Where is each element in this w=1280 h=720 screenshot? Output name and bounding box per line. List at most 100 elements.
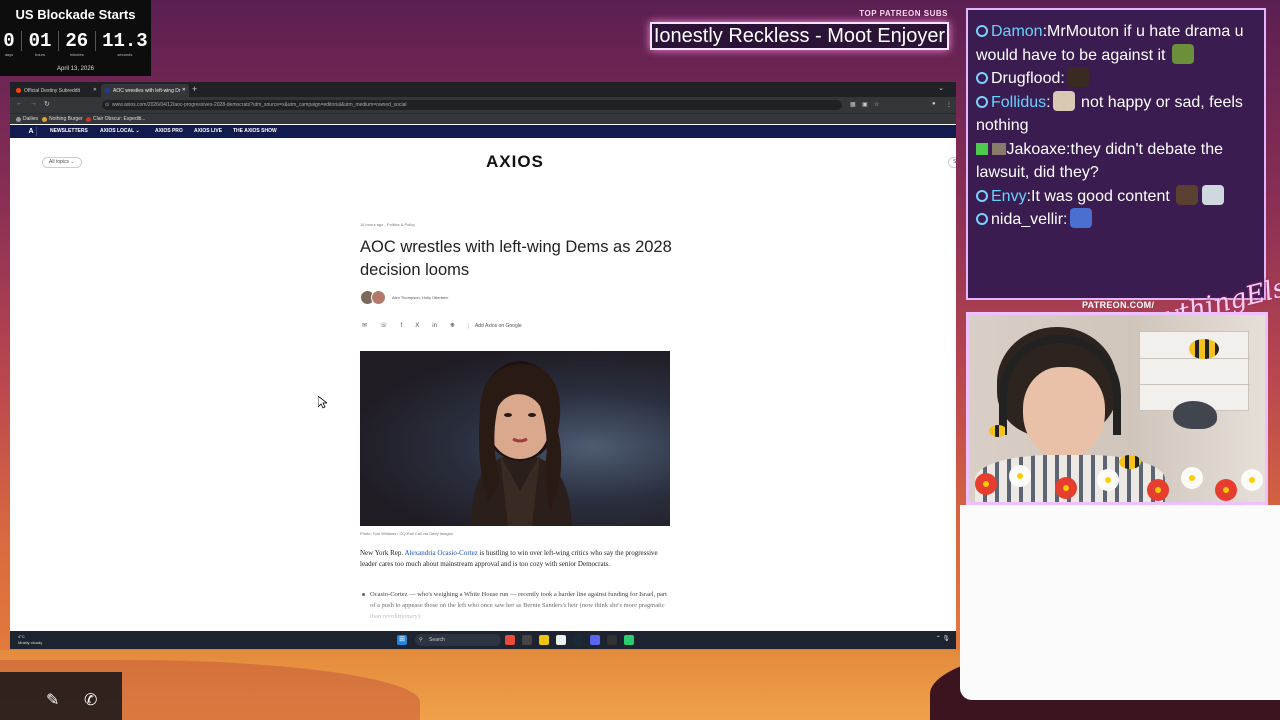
linkedin-icon[interactable]: in — [432, 323, 437, 329]
phone-icon[interactable]: ☏ — [380, 322, 388, 329]
chrome-icon[interactable] — [624, 635, 634, 645]
tab-bar: Official Destiny Subreddit ✕ AOC wrestle… — [10, 82, 956, 97]
system-tray[interactable]: ⌃ 🎙 — [936, 635, 950, 642]
nav-axios-live[interactable]: AXIOS LIVE — [194, 128, 222, 134]
flower-icon — [1097, 469, 1119, 491]
flower-icon — [1181, 467, 1203, 489]
extension-icon[interactable]: ▣ — [862, 101, 868, 108]
article-photo — [360, 351, 670, 526]
bookmark-label: Clair Obscur: Expediti... — [93, 116, 146, 122]
weather-widget[interactable]: 4°C Mostly cloudy — [18, 634, 42, 646]
windows-start-icon[interactable]: ⊞ — [397, 635, 407, 645]
flower-icon — [1009, 465, 1031, 487]
app-icon[interactable] — [556, 635, 566, 645]
new-tab-button[interactable]: + — [192, 84, 197, 94]
countdown-minutes: 26 minutes — [65, 30, 88, 58]
author-names[interactable]: Alex Thompson, Holly Otterbein — [392, 295, 448, 300]
axios-icon — [105, 88, 110, 93]
email-icon[interactable]: ✉ — [362, 322, 367, 329]
windows-taskbar: 4°C Mostly cloudy ⊞ ⚲ Search ⌃ 🎙 — [10, 631, 956, 649]
burger-icon — [42, 116, 47, 122]
bookmark-label: Nothing Burger — [49, 116, 83, 122]
axios-home-link[interactable]: A — [26, 127, 37, 136]
x-icon[interactable]: X — [415, 323, 419, 329]
obs-icon[interactable] — [607, 635, 617, 645]
bookmark-clair-obscur[interactable]: Clair Obscur: Expediti... — [86, 116, 146, 122]
nav-newsletters[interactable]: NEWSLETTERS — [50, 128, 88, 134]
chat-username[interactable]: Jakoaxe — [1006, 141, 1066, 158]
url-field[interactable]: ⊙ www.axios.com/2026/04/12/aoc-progressi… — [102, 100, 842, 110]
forward-icon[interactable]: → — [30, 100, 37, 107]
discord-icon[interactable] — [590, 635, 600, 645]
photo-illustration — [471, 361, 572, 526]
app-icon[interactable] — [505, 635, 515, 645]
chat-username[interactable]: Envy — [991, 188, 1027, 205]
countdown-minutes-label: minutes — [69, 52, 84, 57]
bookmark-nothing-burger[interactable]: Nothing Burger — [42, 116, 83, 122]
chat-message: Damon:MrMouton if u hate drama u would h… — [976, 23, 1244, 64]
taskbar-search[interactable]: ⚲ Search — [415, 634, 501, 646]
menu-icon[interactable]: ⋮ — [946, 101, 952, 108]
close-icon[interactable]: ✕ — [182, 87, 186, 93]
nav-axios-pro[interactable]: AXIOS PRO — [155, 128, 183, 134]
chat-username[interactable]: Damon — [991, 23, 1043, 40]
article-page: All topics ⌄ AXIOS Sea 16 hours ago - Po… — [10, 138, 956, 631]
webcam-feed — [966, 312, 1268, 505]
folder-icon[interactable] — [539, 635, 549, 645]
top-patreon-name: Ionestly Reckless - Moot Enjoyer — [650, 22, 949, 50]
chat-message: nida_vellir: — [976, 208, 1262, 232]
bullet-dot — [362, 593, 365, 596]
countdown-seconds: 11.3 seconds — [102, 30, 148, 58]
back-icon[interactable]: ← — [16, 100, 23, 107]
face-emote-icon — [1052, 90, 1075, 111]
all-topics-button[interactable]: All topics ⌄ — [42, 157, 82, 168]
profile-icon[interactable]: ● — [932, 101, 936, 107]
patreon-badge-icon — [976, 213, 988, 225]
countdown-minutes-value: 26 — [65, 30, 89, 52]
bookmark-dailies[interactable]: Dailies — [16, 116, 38, 122]
flower-icon — [1147, 479, 1169, 501]
close-icon[interactable]: ✕ — [93, 87, 97, 93]
countdown-days-label: days — [4, 52, 14, 57]
chat-username[interactable]: nida_vellir — [991, 211, 1063, 228]
white-overlay-panel — [960, 505, 1280, 700]
chat-username[interactable]: Follidus — [991, 94, 1046, 111]
folder-icon — [16, 116, 21, 122]
flower-icon — [1215, 479, 1237, 501]
bookmark-star-icon[interactable]: ☆ — [874, 101, 879, 108]
article-headline: AOC wrestles with left-wing Dems as 2028… — [360, 238, 672, 279]
overlay-controls: ✎ ✆ — [0, 672, 122, 720]
steam-icon[interactable] — [573, 635, 583, 645]
add-axios-google-button[interactable]: Add Axios on Google — [467, 322, 522, 329]
emote-icon — [1069, 208, 1092, 228]
chat-username[interactable]: Drugflood — [991, 70, 1060, 87]
emote-icon — [1176, 184, 1199, 205]
countdown-widget: US Blockade Starts 0 days 01 hours 26 mi… — [0, 0, 151, 76]
countdown-seconds-value: 11.3 — [102, 30, 148, 52]
app-icon[interactable] — [522, 635, 532, 645]
bluesky-icon[interactable]: ❋ — [450, 322, 455, 329]
tab-search-button[interactable]: ⌄ — [938, 84, 944, 92]
extension-icon[interactable]: ▦ — [850, 101, 856, 108]
axios-logo[interactable]: AXIOS — [486, 152, 544, 172]
search-button[interactable]: Sea — [948, 157, 956, 168]
reload-icon[interactable]: ↻ — [44, 100, 50, 108]
nav-axios-show[interactable]: THE AXIOS SHOW — [233, 128, 277, 134]
chat-message: Follidus: not happy or sad, feels nothin… — [976, 90, 1262, 138]
tab-destiny-subreddit[interactable]: Official Destiny Subreddit ✕ — [12, 84, 100, 97]
countdown-separator — [57, 31, 59, 51]
facebook-icon[interactable]: f — [401, 323, 403, 329]
site-info-icon[interactable]: ⊙ — [105, 100, 109, 110]
edit-icon[interactable]: ✎ — [46, 690, 59, 710]
author-avatar[interactable] — [371, 290, 386, 305]
countdown-days-value: 0 — [3, 30, 15, 52]
countdown-title: US Blockade Starts — [15, 7, 136, 22]
top-patreon-label: TOP PATREON SUBS — [859, 9, 948, 18]
mouse-cursor-icon — [318, 396, 327, 409]
browser-window: Official Destiny Subreddit ✕ AOC wrestle… — [10, 82, 956, 649]
aoc-link[interactable]: Alexandria Ocasio-Cortez — [405, 549, 478, 557]
emote-icon — [1066, 67, 1089, 87]
tab-axios-article[interactable]: AOC wrestles with left-wing Dr ✕ — [101, 84, 189, 97]
phone-icon[interactable]: ✆ — [84, 690, 97, 710]
nav-axios-local[interactable]: AXIOS LOCAL ⌄ — [100, 128, 140, 134]
